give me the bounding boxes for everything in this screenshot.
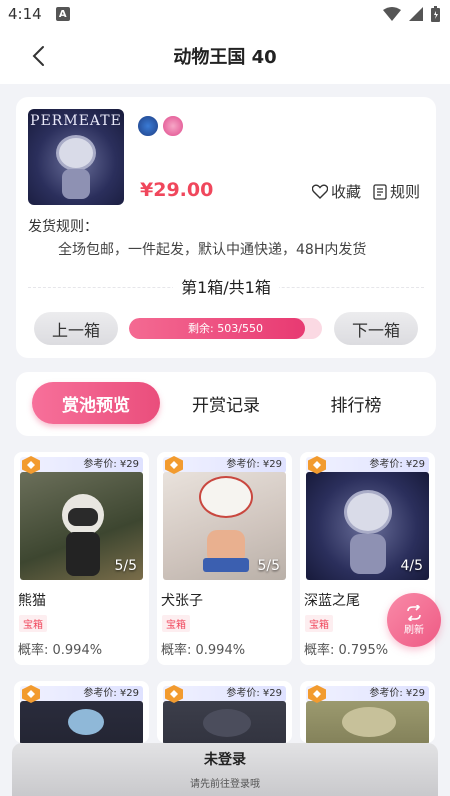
figure-mask	[68, 508, 98, 526]
status-time: 4:14	[8, 5, 42, 23]
shipping-rule-text: 全场包邮，一件起发，默认中通快递，48H内发货	[58, 242, 367, 258]
prize-image: 4/5	[306, 472, 429, 580]
next-box-button[interactable]: 下一箱	[334, 312, 418, 345]
shipping-rule-label: 发货规则：	[28, 219, 98, 235]
signal-icon	[409, 7, 423, 21]
prize-name: 熊猫	[18, 593, 46, 609]
prize-probability: 概率: 0.994%	[18, 643, 103, 658]
status-bar: 4:14 A	[0, 0, 450, 28]
prize-image: 5/5	[20, 472, 143, 580]
stock-count: 4/5	[400, 558, 423, 574]
document-icon	[373, 183, 387, 200]
product-card: PERMEATE ¥29.00 收藏 规则 发货规则： 全场包邮，一件起发，默认…	[16, 97, 436, 358]
status-icons	[383, 6, 440, 22]
prize-name: 深蓝之尾	[304, 593, 360, 609]
cover-text: PERMEATE	[30, 113, 122, 129]
prize-name: 犬张子	[161, 593, 203, 609]
favorite-label: 收藏	[330, 183, 361, 201]
figure-drum	[203, 558, 249, 572]
chevron-left-icon	[32, 46, 44, 66]
rules-button[interactable]: 规则	[373, 181, 420, 202]
figure-head	[344, 490, 392, 534]
tab-draw-records[interactable]: 开赏记录	[176, 382, 276, 424]
doll-body	[62, 169, 90, 199]
box-count: 第1箱/共1箱	[16, 274, 436, 298]
wifi-icon	[383, 7, 401, 21]
tab-leaderboard[interactable]: 排行榜	[306, 382, 406, 424]
prize-probability: 概率: 0.795%	[304, 643, 389, 658]
rules-label: 规则	[389, 183, 420, 201]
prize-tag: 宝箱	[19, 615, 47, 632]
figure-head	[68, 709, 104, 735]
prize-tag: 宝箱	[162, 615, 190, 632]
stock-count: 5/5	[114, 558, 137, 574]
prize-tag: 宝箱	[305, 615, 333, 632]
stock-count: 5/5	[257, 558, 280, 574]
prize-image: 5/5	[163, 472, 286, 580]
avatar	[136, 114, 160, 138]
figure-head	[203, 709, 251, 737]
prize-card[interactable]: 参考价: ¥29 5/5 熊猫 宝箱 概率: 0.994%	[14, 452, 149, 665]
product-price: ¥29.00	[140, 179, 214, 201]
prev-box-button[interactable]: 上一箱	[34, 312, 118, 345]
figure-body	[350, 534, 386, 574]
prize-probability: 概率: 0.994%	[161, 643, 246, 658]
figure-head	[199, 476, 253, 518]
box-count-text: 第1箱/共1箱	[173, 278, 279, 297]
favorite-button[interactable]: 收藏	[311, 181, 361, 202]
prize-card[interactable]: 参考价: ¥29 5/5 犬张子 宝箱 概率: 0.994%	[157, 452, 292, 665]
product-actions: 收藏 规则	[311, 181, 420, 202]
prize-card[interactable]: 参考价: ¥29	[14, 681, 149, 743]
figure-head	[342, 707, 396, 737]
tab-prize-pool-preview[interactable]: 赏池预览	[32, 382, 160, 424]
remaining-label: 剩余: 503/550	[188, 322, 263, 335]
refresh-button[interactable]: 刷新	[387, 593, 441, 647]
tabs-card: 赏池预览 开赏记录 排行榜	[16, 372, 436, 436]
notification-icon: A	[55, 7, 70, 21]
login-title: 未登录	[204, 752, 246, 768]
refresh-icon	[407, 604, 421, 621]
product-cover-image[interactable]: PERMEATE	[28, 109, 124, 205]
battery-icon	[431, 6, 440, 22]
prize-image	[20, 701, 143, 743]
prize-image	[163, 701, 286, 743]
page-title: 动物王国 40	[173, 47, 277, 68]
avatar	[161, 114, 185, 138]
figure-body	[66, 532, 100, 576]
login-prompt-bar[interactable]: 未登录 请先前往登录哦	[12, 743, 438, 796]
refresh-label: 刷新	[404, 624, 424, 636]
prize-image	[306, 701, 429, 743]
participant-avatars	[136, 114, 185, 138]
heart-icon	[311, 184, 328, 199]
prize-card[interactable]: 参考价: ¥29	[157, 681, 292, 743]
doll-head	[56, 135, 96, 171]
nav-bar: 动物王国 40	[0, 28, 450, 84]
remaining-progress: 剩余: 503/550	[129, 318, 322, 339]
login-subtitle: 请先前往登录哦	[190, 779, 260, 790]
back-button[interactable]	[24, 42, 52, 70]
prize-card[interactable]: 参考价: ¥29	[300, 681, 435, 743]
